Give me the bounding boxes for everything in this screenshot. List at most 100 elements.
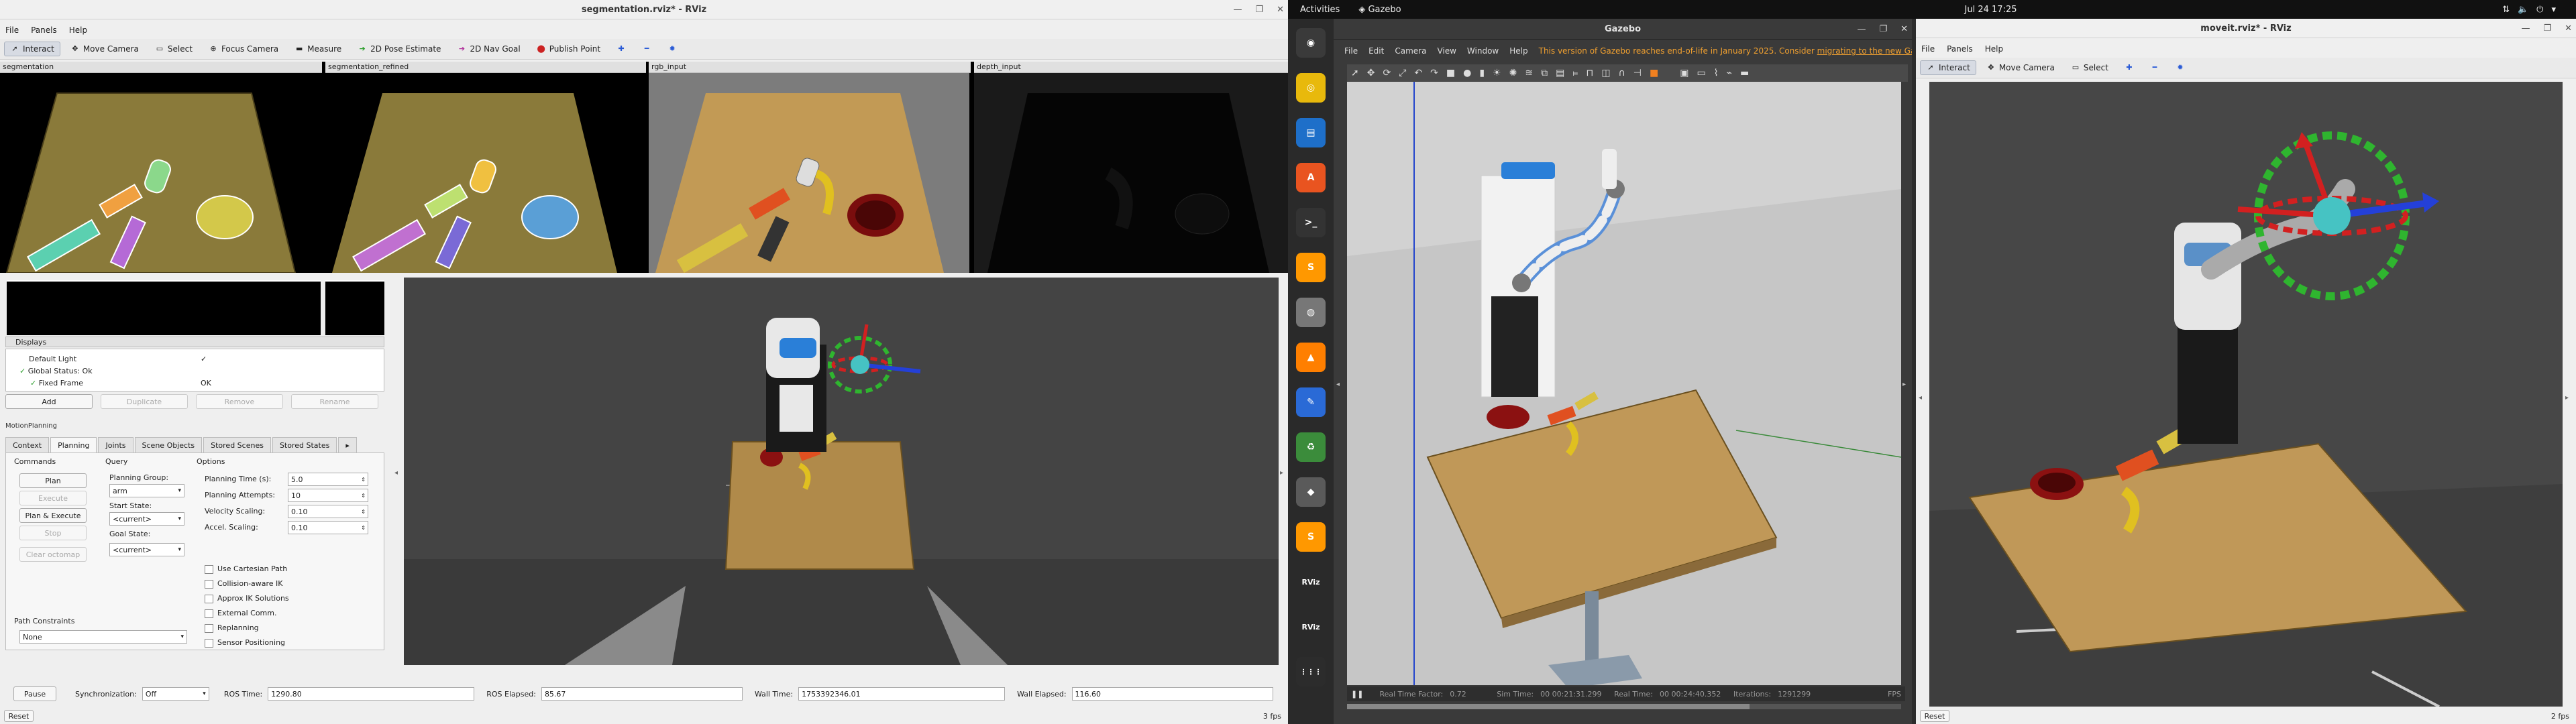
minimize-icon[interactable]: — (2521, 23, 2530, 34)
checkbox[interactable] (205, 579, 213, 589)
rhythmbox-icon[interactable]: ◎ (1296, 73, 1326, 103)
menu-camera[interactable]: Camera (1395, 46, 1426, 56)
menu-help[interactable]: Help (1985, 44, 2003, 54)
path-constraints-select[interactable]: None ▾ (19, 630, 187, 644)
tool-move-camera[interactable]: ✥ Move Camera (1980, 60, 2061, 75)
maximize-icon[interactable]: ❐ (1879, 24, 1887, 34)
undo-icon[interactable]: ↶ (1414, 68, 1422, 78)
right-view-handle-left[interactable]: ◂ (1919, 394, 1922, 402)
option-checkbox[interactable]: Use Cartesian Path (205, 564, 287, 574)
paste-icon[interactable]: ▤ (1556, 68, 1564, 78)
joint-icon[interactable]: ⊣ (1633, 68, 1642, 78)
option-checkbox[interactable]: Approx IK Solutions (205, 594, 289, 603)
planning-group-select[interactable]: arm ▾ (109, 484, 184, 497)
log-icon[interactable]: ▭ (1697, 68, 1705, 78)
menu-edit[interactable]: Edit (1368, 46, 1384, 56)
select-mode-icon[interactable]: ➚ (1351, 68, 1359, 78)
rotate-mode-icon[interactable]: ⟳ (1383, 68, 1391, 78)
view-collapse-right[interactable]: ▸ (1280, 469, 1283, 477)
terminal-icon[interactable]: >_ (1296, 208, 1326, 237)
tool-2d-nav-goal[interactable]: ➔ 2D Nav Goal (451, 42, 526, 56)
tool-settings-button[interactable]: ✹ (661, 42, 683, 56)
right-rviz-3d-view[interactable] (1929, 82, 2563, 707)
pause-sim-icon[interactable]: ❚❚ (1351, 690, 1363, 699)
tab-planning[interactable]: Planning (50, 437, 97, 452)
vlc-icon[interactable]: ▲ (1296, 343, 1326, 372)
plan-button[interactable]: Plan (19, 473, 87, 488)
minimize-icon[interactable]: — (1233, 5, 1242, 15)
cylinder-shape-icon[interactable]: ▮ (1479, 68, 1485, 78)
writer-icon[interactable]: ▤ (1296, 118, 1326, 147)
tool-select[interactable]: ▭ Select (149, 42, 199, 56)
checkbox[interactable] (205, 564, 213, 574)
planning-attempts-spinbox[interactable]: 10 ⇕ (288, 489, 368, 502)
pause-button[interactable]: Pause (13, 686, 56, 701)
display-row[interactable]: ✓ Global Status: Ok (19, 367, 93, 375)
gazebo-icon[interactable]: ◆ (1296, 477, 1326, 507)
menu-window[interactable]: Window (1467, 46, 1499, 56)
snap-icon[interactable]: ⊓ (1586, 68, 1593, 78)
menu-file[interactable]: File (5, 25, 19, 35)
tab-stored-states[interactable]: Stored States (272, 437, 337, 452)
display-row[interactable]: ✓ Fixed Frame (30, 379, 83, 387)
remove-display-button[interactable]: Remove (196, 394, 283, 409)
scale-mode-icon[interactable]: ⤢ (1399, 68, 1406, 78)
box-shape-icon[interactable]: ■ (1446, 68, 1455, 78)
editor-icon[interactable]: ✎ (1296, 387, 1326, 417)
tool-add-button[interactable]: ✚ (2118, 60, 2140, 75)
velocity-scaling-spinbox[interactable]: 0.10 ⇕ (288, 505, 368, 518)
minimize-icon[interactable]: — (1857, 24, 1866, 34)
rviz-icon-2[interactable]: RViz (1296, 612, 1326, 642)
execute-button[interactable]: Execute (19, 491, 87, 505)
checkbox[interactable] (205, 638, 213, 648)
display-row-value[interactable]: ✓ (201, 355, 207, 363)
planning-time-spinbox[interactable]: 5.0 ⇕ (288, 473, 368, 486)
disk-icon[interactable]: ◍ (1296, 298, 1326, 327)
sublime-icon-2[interactable]: S (1296, 522, 1326, 552)
reset-button[interactable]: Reset (4, 710, 34, 722)
software-icon[interactable]: A (1296, 163, 1326, 192)
menu-file[interactable]: File (1344, 46, 1358, 56)
app-menu[interactable]: ◈ Gazebo (1358, 5, 1401, 15)
duplicate-display-button[interactable]: Duplicate (101, 394, 188, 409)
gazebo-side-handle-left[interactable]: ◂ (1336, 381, 1340, 388)
tool-move-camera[interactable]: ✥ Move Camera (64, 42, 145, 56)
gazebo-3d-view[interactable] (1347, 82, 1901, 685)
wall-time-field[interactable]: 1753392346.01 (798, 687, 1006, 701)
tool-add-button[interactable]: ✚ (610, 42, 632, 56)
plan-and-execute-button[interactable]: Plan & Execute (19, 508, 87, 523)
tool-interact[interactable]: ➚ Interact (4, 42, 60, 56)
checkbox[interactable] (205, 594, 213, 603)
gazebo-scrollbar[interactable] (1347, 704, 1901, 709)
system-tray[interactable]: ⇅🔈⏻▾ (2502, 5, 2564, 15)
trash-icon[interactable]: ♻ (1296, 432, 1326, 462)
stop-button[interactable]: Stop (19, 526, 87, 540)
wall-elapsed-field[interactable]: 116.60 (1071, 687, 1273, 701)
display-row[interactable]: Default Light (29, 355, 76, 363)
record-icon[interactable]: ▬ (1740, 68, 1749, 78)
option-checkbox[interactable]: Collision-aware IK (205, 579, 283, 589)
sublime-icon[interactable]: S (1296, 253, 1326, 282)
ros-elapsed-field[interactable]: 85.67 (541, 687, 743, 701)
redo-icon[interactable]: ↷ (1430, 68, 1438, 78)
tabs-scroll-right[interactable]: ▸ (338, 437, 357, 452)
plot-icon[interactable]: ⌇ (1714, 68, 1719, 78)
clock[interactable]: Jul 24 17:25 (1965, 5, 2017, 15)
eol-notice-link[interactable]: migrating to the new Gazebo (1817, 46, 1912, 56)
goal-state-select[interactable]: <current> ▾ (109, 543, 184, 556)
tool-measure[interactable]: ▬ Measure (288, 42, 347, 56)
align-icon[interactable]: ⫢ (1572, 68, 1578, 78)
point-light-icon[interactable]: ☀ (1493, 68, 1501, 78)
gazebo-scrollbar-thumb[interactable] (1347, 704, 1750, 709)
tool-focus-camera[interactable]: ⊕ Focus Camera (203, 42, 284, 56)
maximize-icon[interactable]: ❐ (2543, 23, 2551, 34)
menu-help[interactable]: Help (1509, 46, 1527, 56)
tool-select[interactable]: ▭ Select (2065, 60, 2114, 75)
maximize-icon[interactable]: ❐ (1255, 5, 1263, 15)
reset-button[interactable]: Reset (1920, 710, 1949, 722)
accel-scaling-spinbox[interactable]: 0.10 ⇕ (288, 521, 368, 534)
tool-2d-pose-estimate[interactable]: ➔ 2D Pose Estimate (352, 42, 447, 56)
orange-box-icon[interactable]: ■ (1650, 68, 1658, 78)
tool-interact[interactable]: ➚ Interact (1920, 60, 1976, 75)
gazebo-side-handle-right[interactable]: ▸ (1902, 381, 1906, 388)
